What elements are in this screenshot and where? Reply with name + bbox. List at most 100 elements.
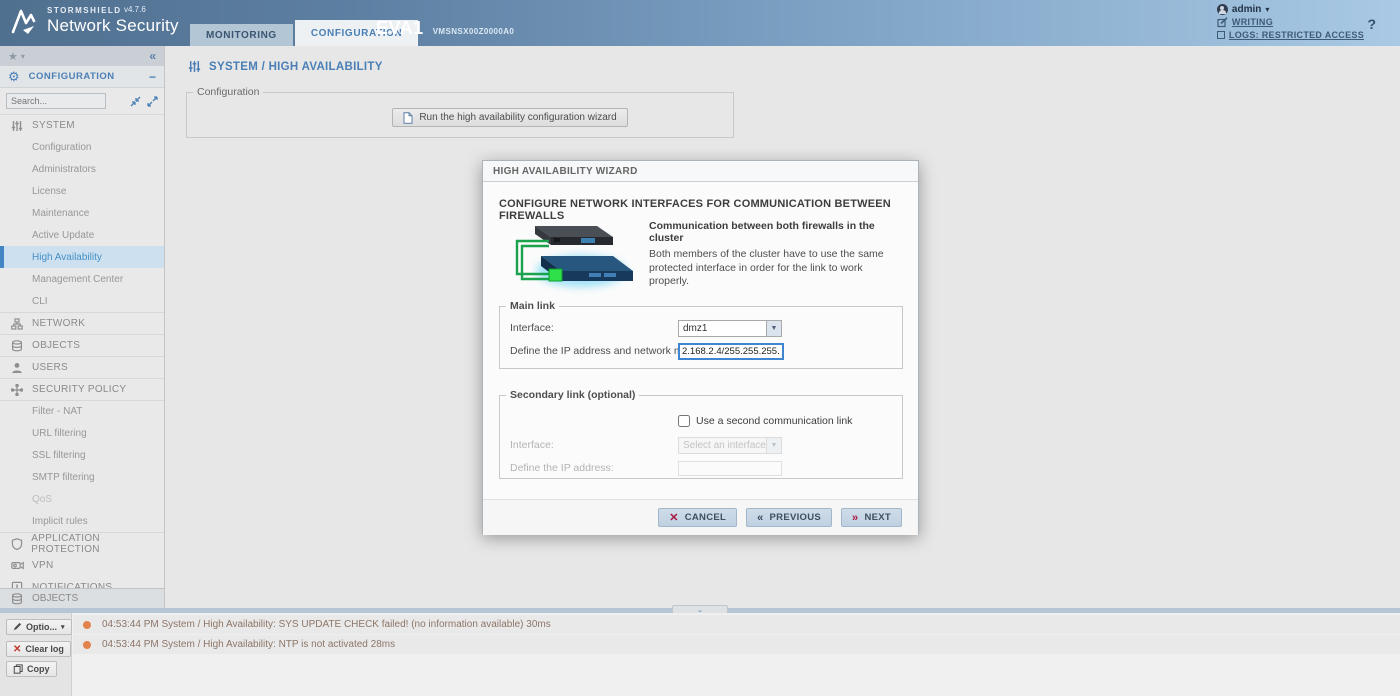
- chevron-down-icon[interactable]: ▼: [766, 321, 781, 336]
- logs-access-link[interactable]: LOGS: RESTRICTED ACCESS: [1217, 29, 1364, 41]
- database-icon: [10, 593, 24, 605]
- previous-button[interactable]: « PREVIOUS: [746, 508, 832, 527]
- sidebar-item-qos[interactable]: QoS: [0, 488, 164, 510]
- writing-label: WRITING: [1232, 17, 1273, 27]
- sidebar-item-label: High Availability: [32, 252, 102, 263]
- sidebar-item-license[interactable]: License: [0, 180, 164, 202]
- cancel-label: CANCEL: [685, 512, 726, 523]
- stormshield-logo-icon: [10, 6, 40, 36]
- sidebar-item-label: SSL filtering: [32, 450, 86, 461]
- sidebar-item-label: CLI: [32, 296, 48, 307]
- user-menu[interactable]: admin ▾: [1217, 3, 1364, 15]
- tab-monitoring[interactable]: MONITORING: [190, 24, 293, 46]
- sidebar-item-management-center[interactable]: Management Center: [0, 268, 164, 290]
- favorites-star-icon[interactable]: ★: [8, 50, 18, 63]
- sidebar-item-label: Administrators: [32, 164, 96, 175]
- sidebar-item-implicit-rules[interactable]: Implicit rules: [0, 510, 164, 532]
- ha-wizard-dialog: HIGH AVAILABILITY WIZARD CONFIGURE NETWO…: [482, 160, 919, 534]
- help-icon[interactable]: ?: [1367, 16, 1376, 32]
- sidebar-item-cli[interactable]: CLI: [0, 290, 164, 312]
- next-label: NEXT: [864, 512, 891, 523]
- database-icon: [10, 340, 24, 352]
- log-entry[interactable]: 04:53:44 PM System / High Availability: …: [73, 635, 1400, 654]
- sidebar-item-high-availability[interactable]: High Availability: [0, 246, 164, 268]
- configuration-panel: Configuration Run the high availability …: [186, 86, 734, 138]
- sidebar-item-filter-nat[interactable]: Filter - NAT: [0, 400, 164, 422]
- app-window: STORMSHIELD Network Security v4.7.6 MONI…: [0, 0, 1400, 696]
- brand-top-text: STORMSHIELD: [47, 6, 179, 15]
- ip-address-input[interactable]: [678, 343, 784, 360]
- sidebar: ★ ▾ « ⚙ CONFIGURATION −: [0, 46, 165, 608]
- sidebar-item-label: URL filtering: [32, 428, 87, 439]
- secondary-ip-label: Define the IP address:: [510, 462, 614, 474]
- interface-select[interactable]: dmz1 ▼: [678, 320, 782, 337]
- page-title: SYSTEM / HIGH AVAILABILITY: [209, 61, 383, 73]
- x-icon: ✕: [13, 644, 21, 655]
- sidebar-item-configuration[interactable]: Configuration: [0, 136, 164, 158]
- user-avatar: [1217, 4, 1228, 15]
- chevron-down-icon: ▼: [766, 438, 781, 453]
- sidebar-section-network[interactable]: NETWORK: [0, 312, 164, 334]
- sidebar-docked-objects[interactable]: OBJECTS: [0, 588, 164, 608]
- header-user-area: admin ▾ WRITING LOGS: RESTRICTED ACCESS: [1217, 3, 1364, 41]
- clear-log-label: Clear log: [25, 644, 64, 654]
- writing-mode-link[interactable]: WRITING: [1217, 16, 1364, 28]
- sidebar-section-users[interactable]: USERS: [0, 356, 164, 378]
- sidebar-section-label: NETWORK: [32, 318, 85, 329]
- expand-all-icon[interactable]: [147, 96, 158, 107]
- second-link-checkbox[interactable]: [678, 415, 690, 427]
- sidebar-item-label: Configuration: [32, 142, 91, 153]
- sidebar-section-vpn[interactable]: VPN: [0, 554, 164, 576]
- sidebar-section-label: OBJECTS: [32, 340, 80, 351]
- sidebar-item-maintenance[interactable]: Maintenance: [0, 202, 164, 224]
- sidebar-section-objects[interactable]: OBJECTS: [0, 334, 164, 356]
- sidebar-section-system[interactable]: SYSTEM: [0, 114, 164, 136]
- chevrons-right-icon: »: [852, 512, 858, 524]
- log-entry-text: 04:53:44 PM System / High Availability: …: [102, 639, 395, 650]
- dialog-title: HIGH AVAILABILITY WIZARD: [483, 161, 918, 182]
- sidebar-item-ssl-filtering[interactable]: SSL filtering: [0, 444, 164, 466]
- sidebar-item-label: License: [32, 186, 66, 197]
- ip-row: Define the IP address and network mask:: [510, 345, 894, 357]
- chevron-down-icon: ▾: [61, 623, 65, 631]
- log-entry[interactable]: 04:53:44 PM System / High Availability: …: [73, 615, 1400, 634]
- cancel-button[interactable]: ✕ CANCEL: [658, 508, 737, 527]
- sidebar-item-active-update[interactable]: Active Update: [0, 224, 164, 246]
- run-wizard-label: Run the high availability configuration …: [419, 112, 616, 123]
- device-identity: EVA1 VMSNSX00Z0000A0: [376, 18, 514, 39]
- collapse-all-icon[interactable]: [130, 96, 141, 107]
- warning-dot-icon: [83, 621, 91, 629]
- interface-selected-value: dmz1: [679, 323, 766, 334]
- brand-bottom-text: Network Security: [47, 16, 179, 36]
- shield-icon: [10, 538, 23, 550]
- sidebar-item-url-filtering[interactable]: URL filtering: [0, 422, 164, 444]
- sidebar-item-label: Active Update: [32, 230, 94, 241]
- search-input[interactable]: [6, 93, 106, 109]
- copy-log-button[interactable]: Copy: [6, 661, 57, 677]
- sidebar-item-smtp-filtering[interactable]: SMTP filtering: [0, 466, 164, 488]
- sidebar-item-administrators[interactable]: Administrators: [0, 158, 164, 180]
- run-wizard-button[interactable]: Run the high availability configuration …: [392, 108, 627, 127]
- sidebar-section-application-protection[interactable]: APPLICATION PROTECTION: [0, 532, 164, 554]
- log-options-button[interactable]: Optio... ▾: [6, 619, 72, 635]
- clear-log-button[interactable]: ✕ Clear log: [6, 641, 71, 657]
- favorites-caret-icon[interactable]: ▾: [21, 52, 25, 61]
- copy-icon: [13, 664, 23, 674]
- interface-row: Interface: dmz1 ▼: [510, 322, 894, 334]
- sidebar-item-label: Management Center: [32, 274, 123, 285]
- sidebar-section-security-policy[interactable]: SECURITY POLICY: [0, 378, 164, 400]
- favorites-bar: ★ ▾ «: [0, 46, 164, 66]
- sidebar-section-label: APPLICATION PROTECTION: [31, 533, 164, 555]
- secondary-link-fieldset: Secondary link (optional) Use a second c…: [499, 389, 903, 479]
- logs-checkbox-icon: [1217, 31, 1225, 39]
- secondary-interface-row: Interface: Select an interface ▼: [510, 439, 894, 451]
- collapse-section-icon[interactable]: −: [149, 70, 156, 84]
- user-icon: [10, 362, 24, 374]
- wizard-description: Both members of the cluster have to use …: [649, 248, 905, 289]
- dialog-body: CONFIGURE NETWORK INTERFACES FOR COMMUNI…: [483, 182, 918, 535]
- next-button[interactable]: » NEXT: [841, 508, 902, 527]
- sidebar-item-label: Maintenance: [32, 208, 89, 219]
- sidebar-collapse-icon[interactable]: «: [149, 49, 156, 63]
- sidebar-configuration-header[interactable]: ⚙ CONFIGURATION −: [0, 66, 164, 88]
- chevron-down-icon: ▾: [1265, 5, 1269, 14]
